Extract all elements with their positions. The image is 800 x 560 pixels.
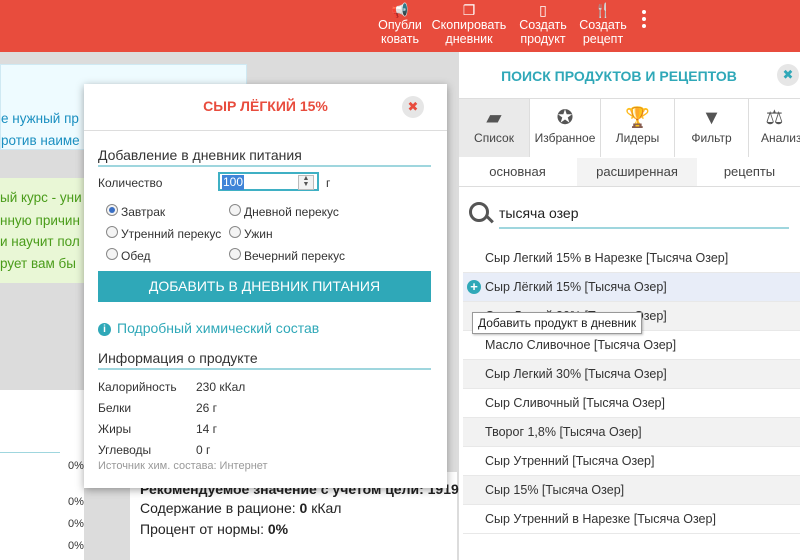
publish-button[interactable]: 📢 Опубли ковать <box>377 2 423 46</box>
norm-percent-label: Процент от нормы: <box>140 521 264 537</box>
nutrient-value: 230 кКал <box>196 380 246 394</box>
scales-icon: ⚖ <box>765 107 784 129</box>
result-item[interactable]: Сыр Утренний в Нарезке [Тысяча Озер] <box>463 505 800 534</box>
meal-label: Утренний перекус <box>121 227 222 241</box>
search-icon[interactable] <box>469 202 489 222</box>
result-item[interactable]: Сыр Легкий 15% в Нарезке [Тысяча Озер] <box>463 244 800 273</box>
fork-knife-icon: 🍴 <box>594 2 612 18</box>
search-panel-title: ПОИСК ПРОДУКТОВ И РЕЦЕПТОВ <box>501 68 737 84</box>
percent-value: 0% <box>68 540 84 552</box>
meal-label: Дневной перекус <box>244 205 339 219</box>
promo-line: ый курс - уни <box>0 190 82 205</box>
promo-line: нную причин <box>0 213 80 228</box>
quantity-spinner[interactable]: ▲ ▼ <box>298 175 314 190</box>
percent-value: 0% <box>68 518 84 530</box>
more-menu-icon[interactable] <box>642 10 648 31</box>
result-item[interactable]: Сыр Утренний [Тысяча Озер] <box>463 447 800 476</box>
meal-radio-day-snack[interactable] <box>229 204 241 216</box>
diet-content-value: 0 <box>299 500 308 516</box>
filter-icon: ▼ <box>701 107 722 129</box>
diary-section-heading: Добавление в дневник питания <box>98 147 431 167</box>
meal-label: Вечерний перекус <box>244 249 346 263</box>
chemical-composition-label: Подробный химический состав <box>117 320 320 336</box>
diet-content-line: Содержание в рационе: 0 кКал <box>140 500 341 516</box>
promo-line: рует вам бы <box>0 256 76 271</box>
norm-percent-value: 0% <box>267 521 289 537</box>
promo-line: и научит пол <box>0 234 80 249</box>
diet-content-label: Содержание в рационе: <box>140 500 296 516</box>
close-icon[interactable]: ✖ <box>402 96 424 118</box>
norms-panel: 0% 0% 0% 0% <box>0 390 84 560</box>
modal-title: СЫР ЛЁГКИЙ 15% <box>203 98 328 114</box>
meal-radio-morning-snack[interactable] <box>106 226 118 238</box>
result-item[interactable]: Масло Сливочное [Тысяча Озер] <box>463 331 800 360</box>
tab-list[interactable]: ▰ Список <box>459 99 530 157</box>
norm-percent-line: Процент от нормы: 0% <box>140 521 288 537</box>
copy-diary-button[interactable]: ❐ Скопировать дневник <box>428 2 510 46</box>
search-panel: ПОИСК ПРОДУКТОВ И РЕЦЕПТОВ ✖ ▰ Список ✪ … <box>459 52 800 560</box>
add-product-tooltip: Добавить продукт в дневник <box>472 312 643 334</box>
quantity-unit: г <box>326 176 331 190</box>
quantity-label: Количество <box>98 176 163 190</box>
nutrient-name: Калорийность <box>98 380 177 394</box>
nutrient-value: 0 г <box>196 443 211 457</box>
info-icon: i <box>98 323 111 336</box>
tab-filter[interactable]: ▼ Фильтр <box>675 99 749 157</box>
info-line: ротив наиме <box>1 133 80 148</box>
star-icon: ✪ <box>556 107 574 129</box>
result-item[interactable]: Творог 1,8% [Тысяча Озер] <box>463 418 800 447</box>
nutrient-name: Жиры <box>98 422 132 436</box>
product-info-heading: Информация о продукте <box>98 350 431 370</box>
source-note: Источник хим. состава: Интернет <box>98 460 268 472</box>
search-subtabs: основная расширенная рецепты <box>459 158 800 187</box>
add-plus-icon[interactable]: + <box>467 280 481 294</box>
quantity-value: 100 <box>222 175 245 190</box>
trophy-icon: 🏆 <box>625 107 650 129</box>
diet-content-unit: кКал <box>311 500 342 516</box>
subtab-basic[interactable]: основная <box>459 158 576 186</box>
close-icon[interactable]: ✖ <box>777 64 799 86</box>
nutrient-value: 14 г <box>196 422 218 436</box>
megaphone-icon: 📢 <box>391 2 409 18</box>
folder-icon: ▰ <box>486 107 502 129</box>
result-item[interactable]: Сыр 15% [Тысяча Озер] <box>463 476 800 505</box>
meal-radio-lunch[interactable] <box>106 248 118 260</box>
create-recipe-button[interactable]: 🍴 Создать рецепт <box>576 2 630 46</box>
subtab-extended[interactable]: расширенная <box>577 158 697 186</box>
tab-favorites[interactable]: ✪ Избранное <box>530 99 601 157</box>
top-toolbar: 📢 Опубли ковать ❐ Скопировать дневник ▯ … <box>0 0 800 52</box>
meal-radio-breakfast[interactable] <box>106 204 118 216</box>
subtab-recipes[interactable]: рецепты <box>699 158 800 186</box>
nutrient-name: Углеводы <box>98 443 152 457</box>
percent-value: 0% <box>68 496 84 508</box>
meal-label: Ужин <box>244 227 273 241</box>
add-to-diary-button[interactable]: ДОБАВИТЬ В ДНЕВНИК ПИТАНИЯ <box>98 271 431 302</box>
info-line: е нужный пр <box>1 111 79 126</box>
meal-radio-evening-snack[interactable] <box>229 248 241 260</box>
nutrient-value: 26 г <box>196 401 218 415</box>
result-item[interactable]: + Сыр Лёгкий 15% [Тысяча Озер] <box>463 273 800 302</box>
tab-leaders[interactable]: 🏆 Лидеры <box>601 99 675 157</box>
nutrient-name: Белки <box>98 401 132 415</box>
quantity-input[interactable]: 100 ▲ ▼ <box>218 172 319 191</box>
copy-icon: ❐ <box>462 2 476 18</box>
percent-value: 0% <box>68 460 84 472</box>
create-product-button[interactable]: ▯ Создать продукт <box>516 2 570 46</box>
result-item[interactable]: Сыр Сливочный [Тысяча Озер] <box>463 389 800 418</box>
result-item[interactable]: Сыр Легкий 30% [Тысяча Озер] <box>463 360 800 389</box>
search-input[interactable]: тысяча озер <box>499 202 789 224</box>
meal-label: Обед <box>121 249 151 263</box>
product-modal: СЫР ЛЁГКИЙ 15% ✖ Добавление в дневник пи… <box>84 84 447 488</box>
chemical-composition-link[interactable]: i Подробный химический состав <box>98 320 319 336</box>
meal-label: Завтрак <box>121 205 166 219</box>
meal-radio-dinner[interactable] <box>229 226 241 238</box>
tab-analysis[interactable]: ⚖ Анализ <box>749 99 800 157</box>
document-icon: ▯ <box>539 2 547 18</box>
